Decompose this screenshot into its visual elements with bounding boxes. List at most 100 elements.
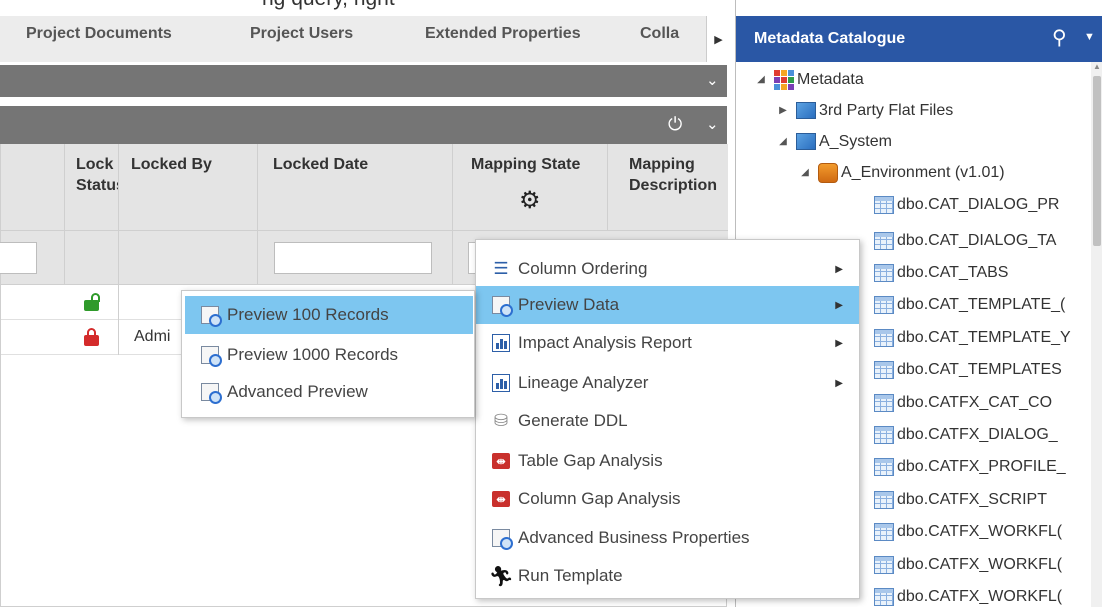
tree-label: Metadata [797, 70, 864, 88]
search-icon[interactable]: ⚲ [1052, 25, 1067, 50]
tree-node-table[interactable]: dbo.CAT_TABS [874, 257, 1008, 288]
tab-project-users[interactable]: Project Users [250, 25, 353, 43]
chevron-down-icon[interactable]: ⌄ [706, 71, 719, 89]
tree-node-table[interactable]: dbo.CATFX_WORKFL( [874, 549, 1062, 580]
menu-item-generate-ddl[interactable]: ⛁ Generate DDL [476, 402, 859, 440]
menu-item-label: Preview 100 Records [227, 305, 389, 324]
tree-node-table[interactable]: dbo.CAT_DIALOG_PR [874, 189, 1059, 220]
panel-title: Metadata Catalogue [754, 30, 906, 47]
chevron-down-icon[interactable]: ⌄ [706, 115, 719, 133]
menu-item-advanced-preview[interactable]: Advanced Preview [185, 373, 473, 411]
gap-icon: ⇹ [490, 488, 512, 510]
tab-project-documents[interactable]: Project Documents [26, 25, 172, 43]
scroll-up-icon[interactable]: ▲ [1093, 62, 1101, 71]
col-locked-by[interactable]: Locked By [131, 154, 212, 175]
tree-node-table[interactable]: dbo.CAT_TEMPLATE_Y [874, 322, 1071, 353]
grid-header-row: Lock Status Locked By Locked Date Mappin… [1, 144, 728, 231]
dropdown-arrow-icon[interactable]: ▼ [1084, 31, 1095, 43]
menu-item-table-gap-analysis[interactable]: ⇹ Table Gap Analysis [476, 442, 859, 480]
power-icon[interactable]: ⏻ [668, 114, 682, 135]
tree-node-table[interactable]: dbo.CATFX_DIALOG_ [874, 419, 1058, 450]
menu-item-label: Generate DDL [518, 411, 628, 430]
menu-item-advanced-business-properties[interactable]: Advanced Business Properties [476, 519, 859, 557]
tree-label: dbo.CATFX_WORKFL( [897, 522, 1063, 540]
expanded-triangle-icon[interactable]: ◢ [776, 136, 790, 147]
tab-collaboration[interactable]: Colla [640, 25, 704, 43]
menu-item-preview-1000-records[interactable]: Preview 1000 Records [185, 336, 473, 374]
tree-node-3rd-party-flat-files[interactable]: ▶ 3rd Party Flat Files [776, 95, 953, 126]
expanded-triangle-icon[interactable]: ◢ [798, 167, 812, 178]
menu-item-label: Lineage Analyzer [518, 373, 649, 392]
tree-node-table[interactable]: dbo.CAT_TEMPLATE_( [874, 289, 1065, 320]
column-divider [257, 231, 258, 285]
tree-label: dbo.CAT_DIALOG_TA [897, 231, 1057, 249]
metadata-grid-icon [774, 69, 794, 90]
tree-node-table[interactable]: dbo.CAT_DIALOG_TA [874, 225, 1056, 256]
menu-item-label: Preview 1000 Records [227, 345, 399, 364]
table-icon [874, 490, 894, 509]
menu-item-preview-data[interactable]: Preview Data ▶ [476, 286, 859, 324]
menu-item-run-template[interactable]: 🏃︎ Run Template [476, 557, 859, 595]
report-icon [490, 372, 512, 394]
tree-node-table[interactable]: dbo.CATFX_WORKFL( [874, 516, 1062, 547]
col-mapping-state[interactable]: Mapping State [471, 154, 580, 175]
tree-node-table[interactable]: dbo.CATFX_PROFILE_ [874, 451, 1066, 482]
tree-node-a-system[interactable]: ◢ A_System [776, 126, 892, 157]
col-mapping-description[interactable]: Mapping Description [629, 154, 725, 196]
column-divider [118, 285, 119, 320]
tree-node-table[interactable]: dbo.CAT_TEMPLATES [874, 354, 1062, 385]
tree-node-table[interactable]: dbo.CATFX_WORKFL( [874, 581, 1062, 607]
report-icon [490, 332, 512, 354]
filter-input[interactable] [0, 242, 37, 274]
column-divider [64, 144, 65, 231]
preview-icon [199, 344, 222, 367]
submenu-arrow-icon: ▶ [835, 299, 843, 311]
tree-label: dbo.CAT_TEMPLATE_Y [897, 328, 1071, 346]
tree-node-a-environment[interactable]: ◢ A_Environment (v1.01) [798, 157, 1005, 188]
table-icon [874, 522, 894, 541]
locked-by-cell: Admi [134, 328, 171, 345]
menu-item-impact-analysis-report[interactable]: Impact Analysis Report ▶ [476, 324, 859, 362]
tree-node-table[interactable]: dbo.CATFX_CAT_CO [874, 387, 1052, 418]
collapsed-triangle-icon[interactable]: ▶ [776, 105, 790, 116]
tree-label: dbo.CAT_TEMPLATES [897, 360, 1062, 378]
column-divider [64, 231, 65, 285]
scroll-thumb[interactable] [1093, 76, 1101, 246]
locked-date-filter-input[interactable] [274, 242, 432, 274]
menu-item-lineage-analyzer[interactable]: Lineage Analyzer ▶ [476, 364, 859, 402]
tree-label: dbo.CAT_TABS [897, 263, 1009, 281]
preview-icon [199, 381, 222, 404]
menu-item-label: Preview Data [518, 295, 620, 314]
menu-item-label: Advanced Preview [227, 382, 368, 401]
column-divider [118, 144, 119, 231]
gear-icon[interactable]: ⚙ [519, 186, 541, 215]
tree-label: dbo.CATFX_WORKFL( [897, 587, 1063, 605]
tree-node-table[interactable]: dbo.CATFX_SCRIPT [874, 484, 1047, 515]
column-divider [118, 320, 119, 355]
menu-item-label: Column Ordering [518, 259, 648, 278]
menu-item-preview-100-records[interactable]: Preview 100 Records [185, 296, 473, 334]
environment-icon [818, 162, 838, 183]
menu-item-column-ordering[interactable]: ☰ Column Ordering ▶ [476, 250, 859, 288]
col-lock-status[interactable]: Lock Status [76, 154, 118, 196]
metadata-catalogue-header: Metadata Catalogue ⚲ ▼ [736, 16, 1102, 62]
tree-scrollbar[interactable]: ▲ [1091, 62, 1102, 607]
locked-icon [84, 328, 99, 346]
menu-item-label: Table Gap Analysis [518, 451, 663, 470]
col-locked-date[interactable]: Locked Date [273, 154, 368, 175]
expanded-triangle-icon[interactable]: ◢ [754, 74, 768, 85]
submenu-arrow-icon: ▶ [835, 377, 843, 389]
column-divider [452, 144, 453, 231]
top-caption-strip: ng query, right [0, 0, 730, 16]
ddl-icon: ⛁ [493, 411, 509, 430]
preview-icon [199, 304, 222, 327]
menu-item-column-gap-analysis[interactable]: ⇹ Column Gap Analysis [476, 480, 859, 518]
table-icon [874, 457, 894, 476]
table-icon [874, 231, 894, 250]
system-icon [796, 102, 816, 119]
list-icon: ☰ [493, 259, 509, 278]
tree-node-metadata[interactable]: ◢ Metadata [754, 64, 864, 95]
tab-extended-properties[interactable]: Extended Properties [425, 25, 581, 43]
column-divider [257, 144, 258, 231]
tab-scroll-right-icon[interactable]: ▶ [706, 16, 730, 62]
